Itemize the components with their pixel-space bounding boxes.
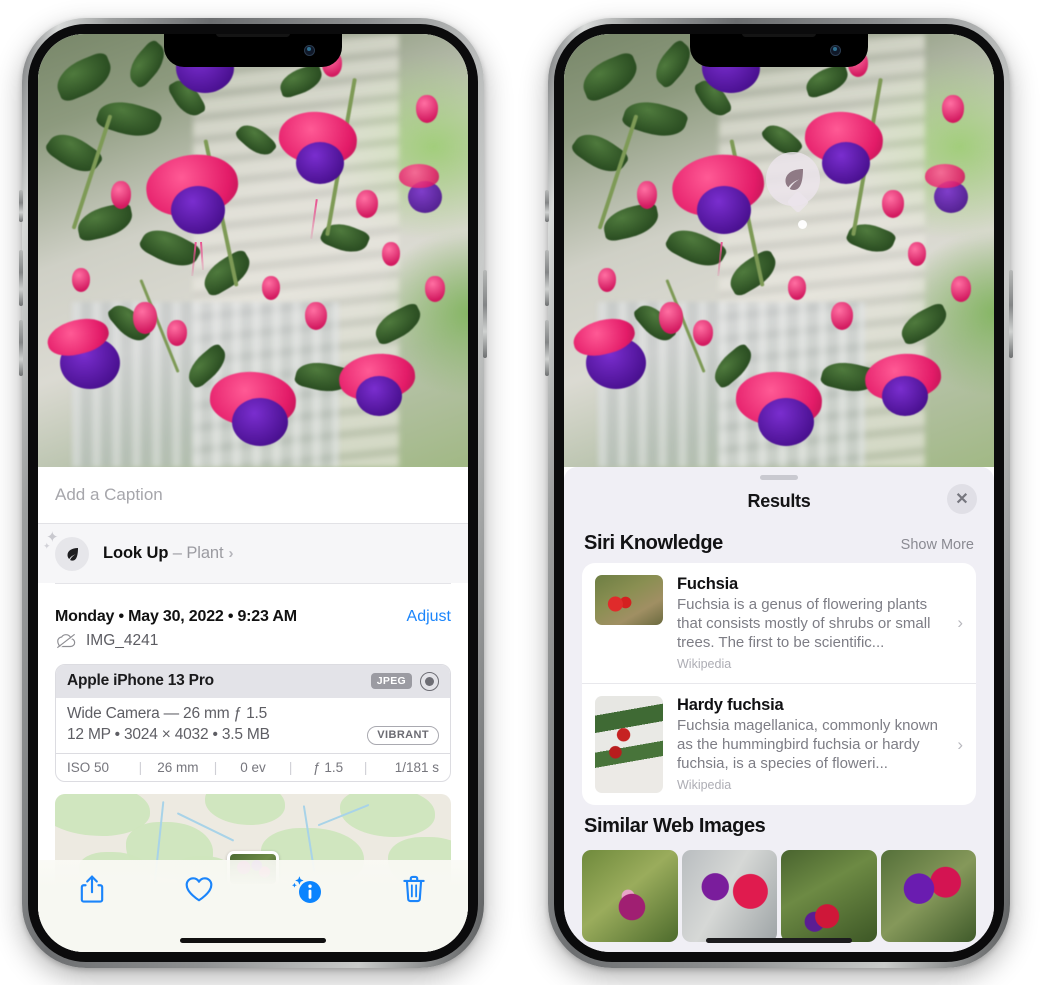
knowledge-description: Fuchsia is a genus of flowering plants t…	[677, 596, 931, 652]
siri-knowledge-header: Siri Knowledge Show More	[564, 522, 994, 563]
knowledge-title: Hardy fuchsia	[677, 696, 784, 715]
info-sparkle-icon	[291, 876, 321, 903]
notch	[164, 34, 342, 67]
results-header: Results ✕	[564, 480, 994, 522]
exif-body: Wide Camera — 26 mm ƒ 1.5 12 MP • 3024 ×…	[56, 698, 450, 753]
file-name: IMG_4241	[86, 631, 159, 649]
exif-focal: 26 mm	[157, 759, 199, 775]
right-phone: Results ✕ Siri Knowledge Show More Fuchs…	[545, 18, 1013, 968]
leaf-icon: ✦ ✦	[43, 530, 89, 571]
power-button[interactable]	[1009, 270, 1013, 358]
exif-header-badges: JPEG	[370, 671, 439, 691]
section-title-siri-knowledge: Siri Knowledge	[584, 532, 723, 554]
photo-viewer[interactable]	[38, 34, 468, 467]
photo-toolbar	[38, 860, 468, 952]
left-phone-screen: Add a Caption ✦ ✦ Look Up – Plant › Mond…	[38, 34, 468, 952]
metadata-block: Monday • May 30, 2022 • 9:23 AM Adjust I…	[38, 583, 468, 650]
photo-viewer[interactable]	[564, 34, 994, 467]
favorite-button[interactable]	[146, 874, 254, 904]
front-camera-icon	[830, 45, 841, 56]
chevron-right-icon: ›	[957, 734, 963, 754]
file-row: IMG_4241	[55, 632, 451, 650]
look-up-subject: Plant	[186, 544, 224, 562]
similar-web-images-header: Similar Web Images	[564, 805, 994, 846]
mute-switch[interactable]	[545, 190, 549, 222]
sparkle-small-icon: ✦	[43, 540, 51, 551]
volume-up-button[interactable]	[19, 250, 23, 306]
knowledge-text: Fuchsia Fuchsia is a genus of flowering …	[677, 575, 963, 671]
knowledge-title: Fuchsia	[677, 575, 738, 593]
photo-info-sheet: Add a Caption ✦ ✦ Look Up – Plant › Mond…	[38, 467, 468, 952]
info-button[interactable]	[253, 874, 361, 906]
look-up-label: Look Up – Plant ›	[103, 544, 233, 563]
trash-icon	[403, 875, 425, 903]
share-button[interactable]	[38, 874, 146, 904]
heart-icon	[185, 877, 213, 902]
chevron-right-icon: ›	[957, 613, 963, 633]
knowledge-card: Fuchsia Fuchsia is a genus of flowering …	[582, 563, 976, 806]
image-spec-row: 12 MP • 3024 × 4032 • 3.5 MB VIBRANT	[67, 725, 439, 745]
caption-placeholder: Add a Caption	[55, 485, 163, 504]
exif-iso: ISO 50	[67, 759, 110, 775]
exif-shutter: 1/181 s	[394, 759, 440, 775]
exif-settings-row: ISO 50 | 26 mm | 0 ev | ƒ 1.5 | 1/181 s	[56, 752, 450, 781]
knowledge-source: Wikipedia	[677, 778, 732, 793]
knowledge-description: Fuchsia magellanica, commonly known as t…	[677, 717, 938, 773]
home-indicator[interactable]	[706, 938, 852, 943]
earpiece-speaker	[742, 34, 816, 37]
power-button[interactable]	[483, 270, 487, 358]
aperture-icon	[420, 671, 439, 691]
look-up-title: Look Up	[103, 544, 169, 562]
knowledge-source: Wikipedia	[677, 657, 732, 672]
photo-date: Monday • May 30, 2022 • 9:23 AM	[55, 607, 297, 625]
volume-up-button[interactable]	[545, 250, 549, 306]
leaf-icon	[785, 169, 804, 190]
earpiece-speaker	[216, 34, 290, 37]
screenshot-stage: Add a Caption ✦ ✦ Look Up – Plant › Mond…	[0, 0, 1055, 985]
web-image-4[interactable]	[880, 850, 976, 943]
show-more-button[interactable]: Show More	[901, 537, 974, 553]
date-row: Monday • May 30, 2022 • 9:23 AM Adjust	[55, 596, 451, 626]
mute-switch[interactable]	[19, 190, 23, 222]
results-title: Results	[747, 490, 811, 511]
icloud-slash-icon	[55, 633, 77, 649]
look-up-dash: –	[168, 544, 187, 562]
knowledge-text: Hardy fuchsia Fuchsia magellanica, commo…	[677, 696, 963, 793]
exif-header: Apple iPhone 13 Pro JPEG	[56, 664, 450, 698]
style-badge: VIBRANT	[367, 725, 439, 745]
chevron-right-icon: ›	[228, 545, 234, 562]
format-badge: JPEG	[370, 673, 412, 689]
section-title-similar-web-images: Similar Web Images	[584, 815, 766, 838]
fuchsia-thumbnail	[595, 575, 663, 625]
image-spec: 12 MP • 3024 × 4032 • 3.5 MB	[67, 726, 270, 743]
web-image-3[interactable]	[781, 850, 877, 943]
camera-device-name: Apple iPhone 13 Pro	[67, 672, 214, 689]
visual-look-up-badge[interactable]	[766, 152, 821, 206]
close-button[interactable]: ✕	[947, 484, 977, 514]
volume-down-button[interactable]	[545, 320, 549, 376]
volume-down-button[interactable]	[19, 320, 23, 376]
front-camera-icon	[304, 45, 315, 56]
list-item[interactable]: Hardy fuchsia Fuchsia magellanica, commo…	[582, 683, 976, 805]
web-image-1[interactable]	[582, 850, 678, 943]
results-sheet: Results ✕ Siri Knowledge Show More Fuchs…	[564, 467, 994, 952]
lens-info: Wide Camera — 26 mm ƒ 1.5	[67, 704, 268, 722]
exif-exposure: 0 ev	[240, 759, 266, 775]
right-phone-screen: Results ✕ Siri Knowledge Show More Fuchs…	[564, 34, 994, 952]
similar-web-images-strip[interactable]	[564, 850, 994, 943]
home-indicator[interactable]	[180, 938, 326, 943]
hardy-fuchsia-thumbnail	[595, 696, 663, 794]
adjust-button[interactable]: Adjust	[407, 608, 451, 626]
web-image-2[interactable]	[681, 850, 777, 943]
left-phone: Add a Caption ✦ ✦ Look Up – Plant › Mond…	[19, 18, 487, 968]
exif-aperture: ƒ 1.5	[313, 759, 344, 775]
exif-card: Apple iPhone 13 Pro JPEG Wide Camera — 2…	[55, 663, 451, 782]
notch	[690, 34, 868, 67]
caption-field[interactable]: Add a Caption	[38, 467, 468, 523]
delete-button[interactable]	[361, 874, 469, 904]
share-icon	[80, 875, 103, 903]
look-up-row[interactable]: ✦ ✦ Look Up – Plant ›	[38, 523, 468, 583]
list-item[interactable]: Fuchsia Fuchsia is a genus of flowering …	[582, 563, 976, 683]
